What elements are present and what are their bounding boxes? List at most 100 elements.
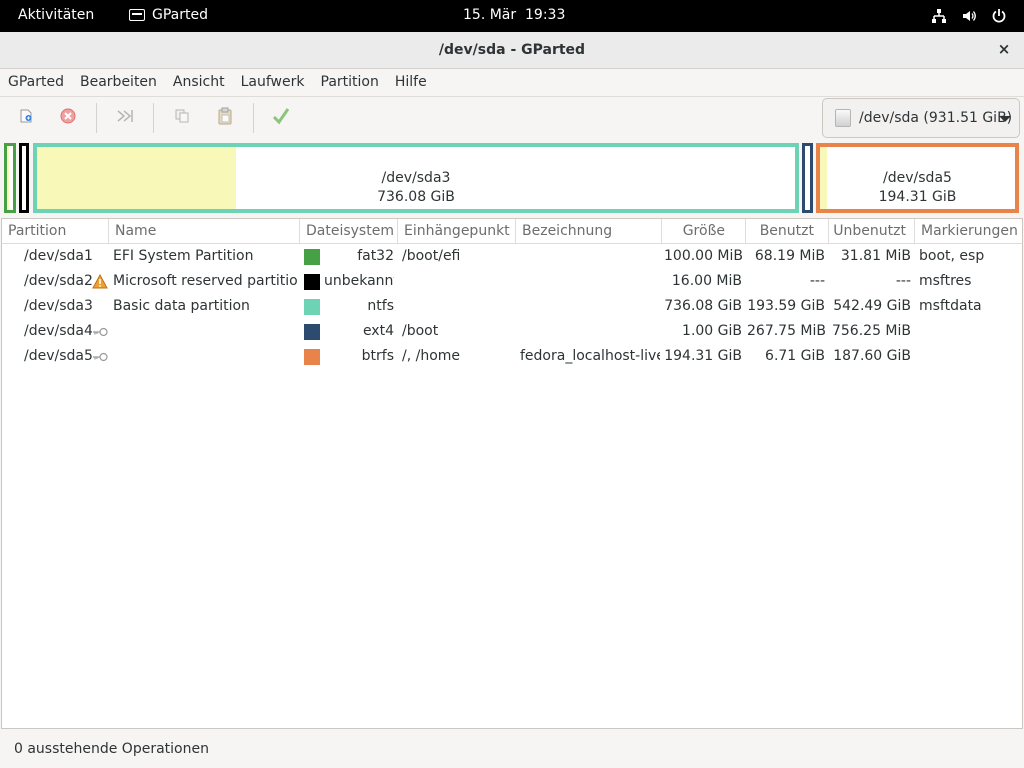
power-icon[interactable] <box>990 7 1008 25</box>
toolbar-separator <box>96 103 97 133</box>
table-row[interactable]: /dev/sda1 EFI System Partition fat32/boot/… <box>2 244 1022 269</box>
menu-ansicht[interactable]: Ansicht <box>173 69 233 96</box>
menu-bearbeiten[interactable]: Bearbeiten <box>80 69 165 96</box>
cell-flags <box>919 319 1019 344</box>
cell-size: 16.00 MiB <box>671 273 742 289</box>
window-titlebar: /dev/sda - GParted × <box>0 32 1024 69</box>
diskmap-sda4[interactable] <box>802 143 813 213</box>
menu-hilfe[interactable]: Hilfe <box>395 69 435 96</box>
cell-size: 736.08 GiB <box>664 298 742 314</box>
harddisk-icon <box>835 109 851 127</box>
column-header-flags[interactable]: Markierungen <box>915 219 1022 244</box>
table-header: Partition Name Dateisystem Einhängepunkt… <box>2 219 1022 244</box>
key-icon <box>92 326 108 338</box>
column-header-partition[interactable]: Partition <box>2 219 109 244</box>
toolbar-separator <box>153 103 154 133</box>
copy-button[interactable] <box>171 107 193 129</box>
cell-name: Microsoft reserved partition <box>113 273 298 289</box>
close-icon[interactable]: × <box>995 40 1013 58</box>
menu-laufwerk[interactable]: Laufwerk <box>241 69 313 96</box>
filesystem-color-swatch <box>304 299 320 315</box>
cell-used: 6.71 GiB <box>765 348 825 364</box>
chevron-down-icon <box>999 116 1011 122</box>
delete-partition-button[interactable] <box>57 107 79 129</box>
status-bar: 0 ausstehende Operationen <box>0 730 1024 768</box>
cell-name <box>113 319 298 344</box>
table-row[interactable]: /dev/sda3 Basic data partition ntfs 736.08 … <box>2 294 1022 319</box>
cell-flags: msftres <box>919 273 972 289</box>
paste-button[interactable] <box>214 107 236 129</box>
clock[interactable]: 15. Mär 19:33 <box>463 7 565 23</box>
device-selector[interactable]: /dev/sda (931.51 GiB) <box>822 98 1020 138</box>
toolbar-separator <box>253 103 254 133</box>
network-icon[interactable] <box>930 7 948 25</box>
volume-icon[interactable] <box>960 7 978 25</box>
column-header-label[interactable]: Bezeichnung <box>516 219 662 244</box>
warning-icon <box>92 273 108 289</box>
cell-flags: msftdata <box>919 298 982 314</box>
resize-move-icon <box>116 108 134 128</box>
cell-used: --- <box>809 273 825 289</box>
column-header-size[interactable]: Größe <box>662 219 746 244</box>
diskmap-sda5[interactable]: /dev/sda5 194.31 GiB <box>816 143 1019 213</box>
cell-unused: 31.81 MiB <box>840 248 911 264</box>
cell-name: Basic data partition <box>113 298 250 314</box>
menu-gparted[interactable]: GParted <box>8 69 72 96</box>
new-icon <box>18 108 34 128</box>
diskmap-sda1[interactable] <box>4 143 16 213</box>
cell-partition: /dev/sda1 <box>24 248 92 264</box>
cell-name <box>113 344 298 369</box>
cell-label <box>520 319 660 344</box>
cell-filesystem: unbekannt <box>324 273 394 289</box>
cell-size: 100.00 MiB <box>664 248 742 264</box>
gnome-top-bar: Aktivitäten GParted 15. Mär 19:33 <box>0 0 1024 32</box>
column-header-used[interactable]: Benutzt <box>746 219 829 244</box>
apply-button[interactable] <box>270 107 292 129</box>
system-tray[interactable] <box>930 7 1008 25</box>
pending-operations-status: 0 ausstehende Operationen <box>14 741 209 757</box>
cell-mountpoint: /boot <box>402 323 439 339</box>
menu-partition[interactable]: Partition <box>321 69 387 96</box>
apply-icon <box>271 106 291 130</box>
cell-filesystem: ntfs <box>367 298 394 314</box>
table-row[interactable]: /dev/sda4 ext4/boot 1.00 GiB 267.75 MiB 756.… <box>2 319 1022 344</box>
disk-map: /dev/sda3 736.08 GiB /dev/sda5 194.31 Gi… <box>0 139 1024 217</box>
diskmap-sda5-label: /dev/sda5 194.31 GiB <box>820 169 1015 207</box>
cell-partition: /dev/sda5 <box>24 348 92 364</box>
cell-label <box>520 294 660 319</box>
cell-used: 193.59 GiB <box>747 298 825 314</box>
cell-unused: --- <box>895 273 911 289</box>
diskmap-sda3[interactable]: /dev/sda3 736.08 GiB <box>33 143 799 213</box>
new-partition-button[interactable] <box>15 107 37 129</box>
diskmap-sda2[interactable] <box>19 143 29 213</box>
diskmap-sda5-name: /dev/sda5 <box>883 170 952 186</box>
partition-table[interactable]: Partition Name Dateisystem Einhängepunkt… <box>1 218 1023 729</box>
diskmap-sda3-size: 736.08 GiB <box>377 189 455 205</box>
activities-button[interactable]: Aktivitäten <box>18 7 94 23</box>
menu-bar: GParted Bearbeiten Ansicht Laufwerk Part… <box>0 69 1024 96</box>
table-row[interactable]: /dev/sda5 btrfs /, /home fedora_localhost-l… <box>2 344 1022 369</box>
filesystem-color-swatch <box>304 324 320 340</box>
cell-unused: 542.49 GiB <box>833 298 911 314</box>
filesystem-color-swatch <box>304 349 320 365</box>
window-title: /dev/sda - GParted <box>438 42 586 58</box>
cell-label: fedora_localhost-live <box>520 348 660 364</box>
cell-unused: 187.60 GiB <box>833 348 911 364</box>
app-menu-label: GParted <box>152 7 208 23</box>
cell-partition: /dev/sda3 <box>24 298 92 314</box>
table-row[interactable]: /dev/sda2 Microsoft reserved partition unb… <box>2 269 1022 294</box>
cell-partition: /dev/sda4 <box>24 323 92 339</box>
column-header-mountpoint[interactable]: Einhängepunkt <box>398 219 516 244</box>
column-header-unused[interactable]: Unbenutzt <box>829 219 915 244</box>
resize-move-button[interactable] <box>114 107 136 129</box>
diskmap-sda5-size: 194.31 GiB <box>878 189 957 205</box>
column-header-filesystem[interactable]: Dateisystem <box>300 219 398 244</box>
column-header-name[interactable]: Name <box>109 219 300 244</box>
gparted-app-icon <box>129 9 145 21</box>
cell-used: 68.19 MiB <box>754 248 825 264</box>
cell-partition: /dev/sda2 <box>24 273 92 289</box>
cell-size: 194.31 GiB <box>664 348 742 364</box>
app-menu[interactable]: GParted <box>129 7 208 23</box>
cell-flags <box>919 344 1019 369</box>
cell-mountpoint <box>402 269 514 294</box>
